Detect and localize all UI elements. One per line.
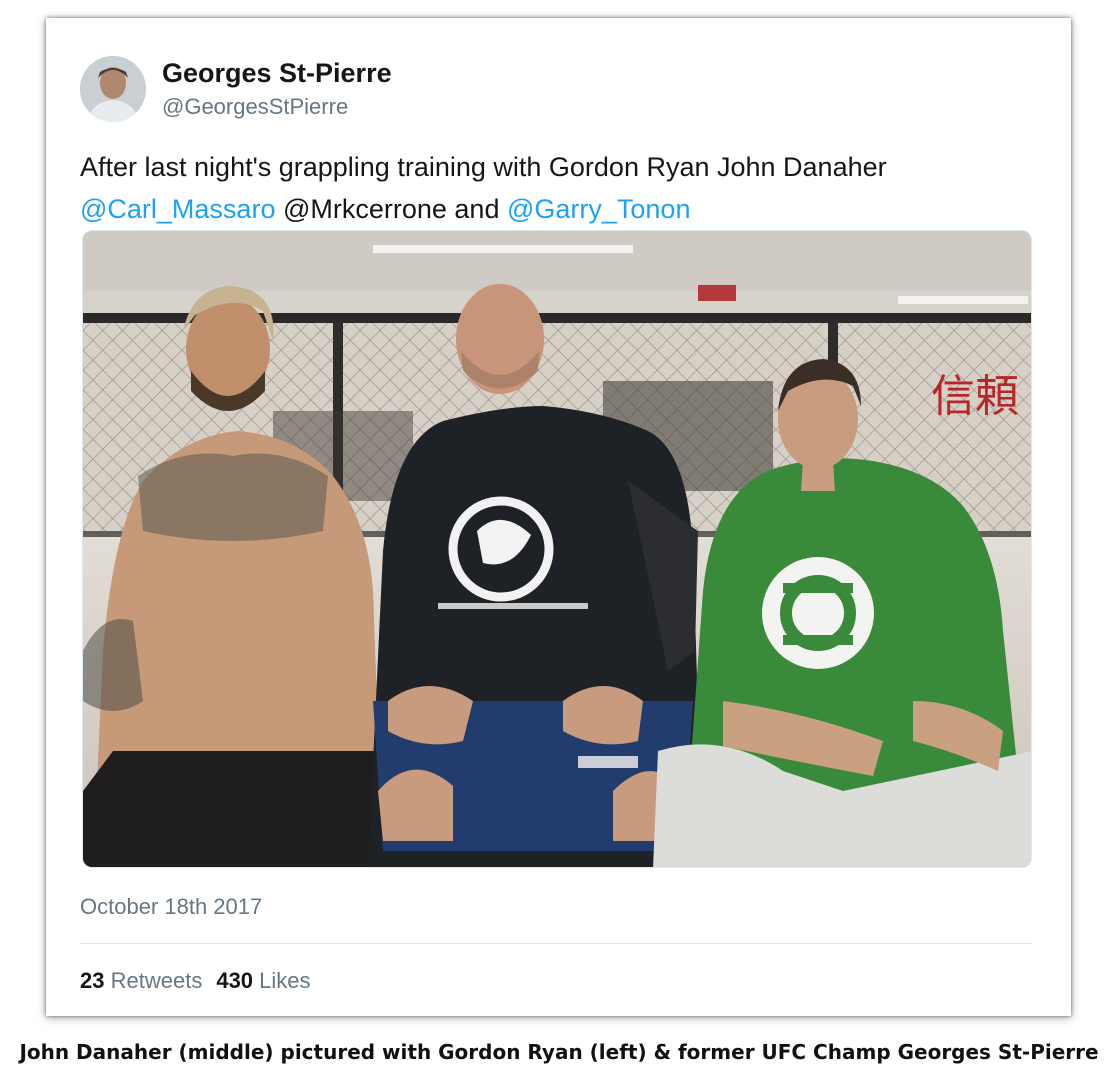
user-handle[interactable]: @GeorgesStPierre	[162, 94, 348, 120]
tweet-card: Georges St-Pierre @GeorgesStPierre After…	[46, 18, 1071, 1016]
tweet-date[interactable]: October 18th 2017	[80, 894, 262, 920]
tweet-photo[interactable]: 信頼	[82, 230, 1032, 868]
display-name[interactable]: Georges St-Pierre	[162, 58, 392, 89]
banner-text: 信頼	[931, 371, 1019, 422]
avatar[interactable]	[80, 56, 146, 122]
retweets-count: 23	[80, 968, 105, 993]
tweet-text-part: After last night's grappling training wi…	[80, 152, 887, 182]
likes-stat[interactable]: 430 Likes	[216, 968, 310, 993]
tweet-text: After last night's grappling training wi…	[80, 146, 1040, 230]
image-caption: John Danaher (middle) pictured with Gord…	[19, 1040, 1099, 1064]
retweets-stat[interactable]: 23 Retweets	[80, 968, 202, 993]
likes-count: 430	[216, 968, 254, 993]
mention-link[interactable]: @Garry_Tonon	[507, 194, 691, 224]
retweets-label: Retweets	[110, 968, 203, 993]
divider	[80, 943, 1033, 944]
tweet-stats: 23 Retweets 430 Likes	[80, 968, 325, 994]
mention-link[interactable]: @Carl_Massaro	[80, 194, 275, 224]
likes-label: Likes	[259, 968, 311, 993]
tweet-text-part: @Mrkcerrone and	[275, 194, 507, 224]
